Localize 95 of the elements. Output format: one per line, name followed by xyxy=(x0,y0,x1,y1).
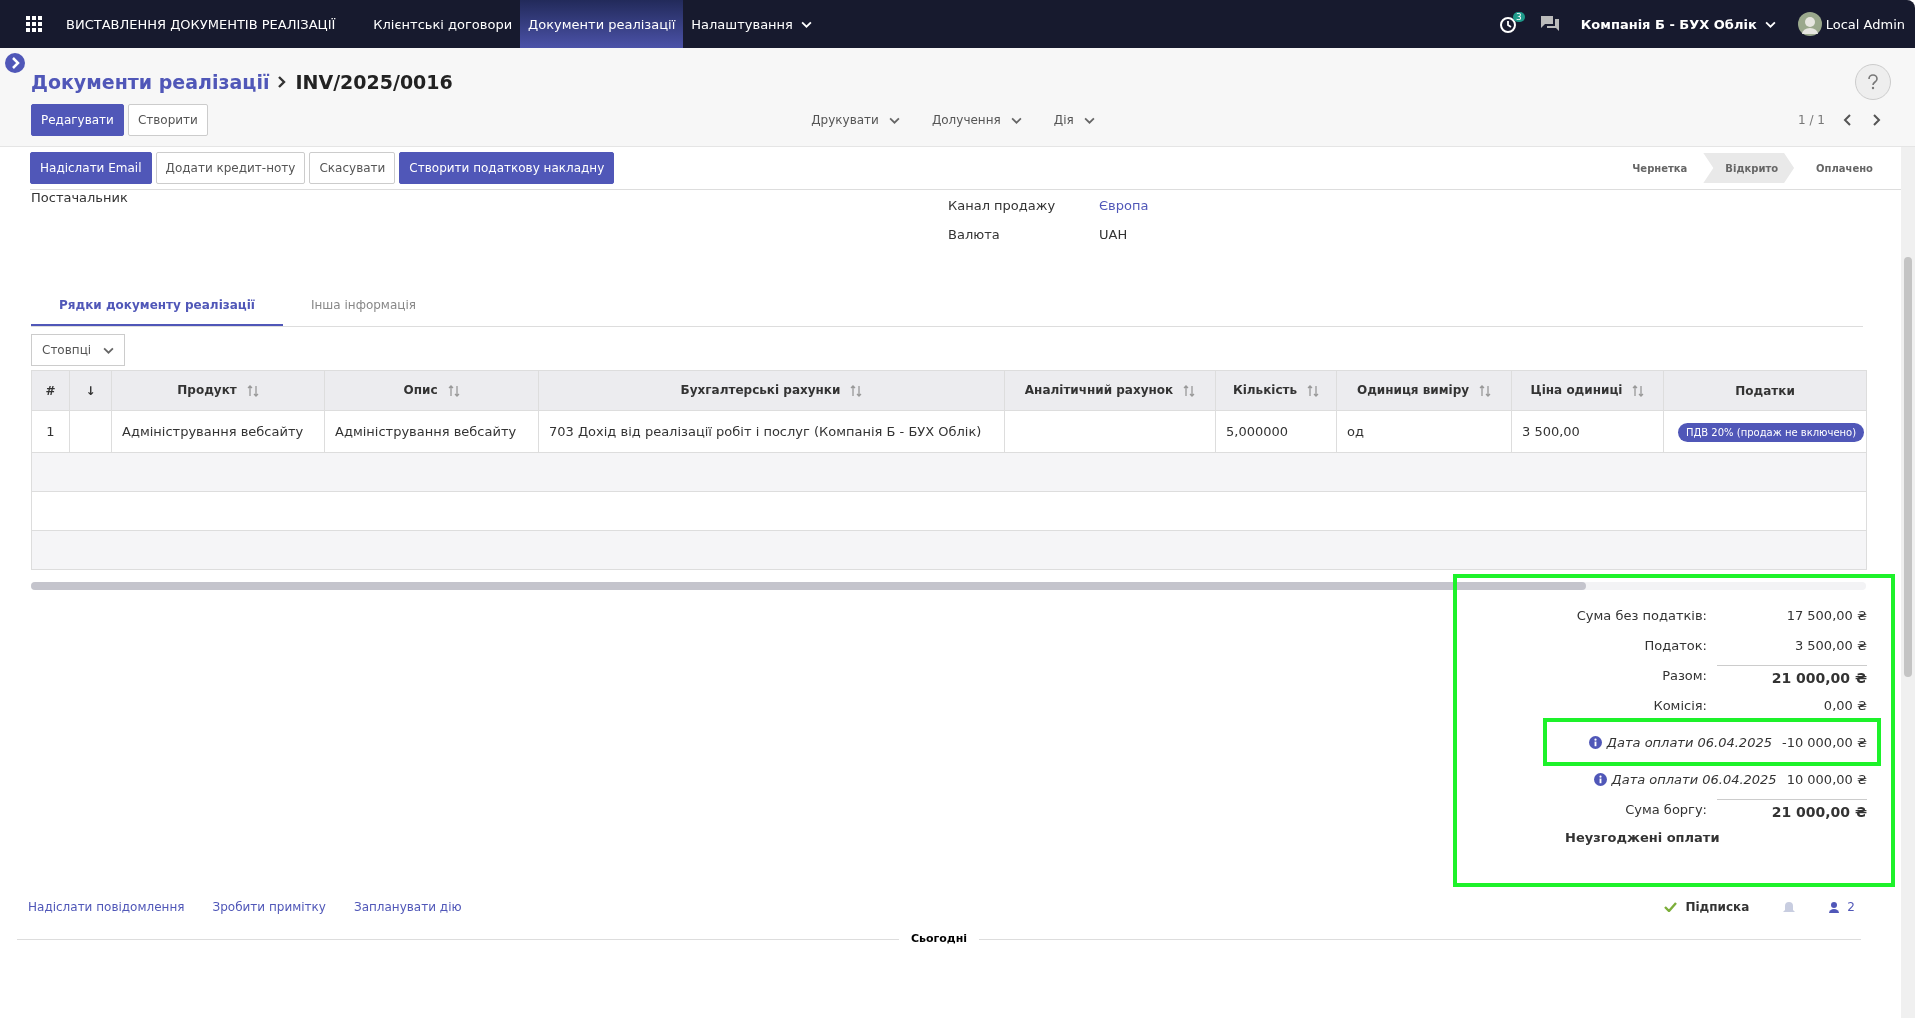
field-label: Постачальник xyxy=(31,190,129,207)
record-title: INV/2025/0016 xyxy=(295,71,453,93)
field-label: Канал продажу xyxy=(948,198,1057,213)
column-header[interactable]: Одиниця виміру xyxy=(1336,370,1512,411)
chatter-link[interactable]: Зробити примітку xyxy=(212,900,326,914)
avatar-icon[interactable] xyxy=(1797,12,1822,36)
info-icon[interactable] xyxy=(1593,772,1607,786)
activity-count-badge: 3 xyxy=(1513,12,1525,22)
field-label: Валюта xyxy=(948,227,1001,242)
follow-button[interactable]: Підписка xyxy=(1658,899,1756,915)
table-cell: од xyxy=(1336,410,1512,453)
table-cell: 3 500,00 xyxy=(1511,410,1664,453)
total-label: Податок: xyxy=(1644,637,1707,653)
vertical-scrollbar[interactable] xyxy=(1901,147,1915,1018)
total-value: 3 500,00 ₴ xyxy=(1793,637,1867,653)
payment-label: Дата оплати 06.04.2025 xyxy=(1611,771,1777,787)
column-header[interactable]: ↓ xyxy=(69,370,112,411)
chevron-right-icon xyxy=(277,75,288,89)
apps-grid-icon[interactable] xyxy=(26,16,42,32)
total-value: 0,00 ₴ xyxy=(1822,697,1867,713)
sort-arrows-icon xyxy=(1307,383,1320,398)
column-header[interactable]: Кількість xyxy=(1215,370,1337,411)
tax-tag: ПДВ 20% (продаж не включено) xyxy=(1678,423,1865,442)
total-value: 17 500,00 ₴ xyxy=(1785,607,1867,623)
total-label: Разом: xyxy=(1662,667,1707,683)
menu-item[interactable]: Клієнтські договори xyxy=(365,0,521,48)
menu-item[interactable]: Документи реалізації xyxy=(520,0,684,48)
total-value: 21 000,00 ₴ xyxy=(1717,664,1867,686)
menu-item[interactable]: Налаштування xyxy=(683,0,820,48)
action-button[interactable]: Надіслати Email xyxy=(30,152,152,184)
total-label: Сума без податків: xyxy=(1576,607,1707,623)
user-name[interactable]: Local Admin xyxy=(1825,16,1905,32)
column-header[interactable]: # xyxy=(31,370,70,411)
control-button[interactable]: Створити xyxy=(127,104,208,136)
dropdown-button[interactable]: Дія xyxy=(1047,112,1101,128)
total-label: Сума боргу: xyxy=(1625,801,1707,817)
followers-button[interactable]: 2 xyxy=(1823,899,1861,915)
total-value: 21 000,00 ₴ xyxy=(1717,798,1867,820)
table-cell: 703 Дохід від реалізації робіт і послуг (Компанія Б - БУХ Облік) xyxy=(538,410,1005,453)
activity-clock-icon[interactable] xyxy=(1499,14,1519,34)
tab[interactable]: Рядки документу реалізації xyxy=(31,286,283,326)
action-button[interactable]: Скасувати xyxy=(309,152,396,184)
column-header[interactable]: Продукт xyxy=(111,370,325,411)
column-header[interactable]: Ціна одиниці xyxy=(1511,370,1664,411)
table-cell: 5,000000 xyxy=(1215,410,1337,453)
field-value: UAH xyxy=(1099,227,1128,242)
table-cell: Адміністрування вебсайту xyxy=(324,410,539,453)
control-button[interactable]: Редагувати xyxy=(31,104,124,136)
info-icon[interactable] xyxy=(1588,735,1602,749)
breadcrumb-link[interactable]: Документи реалізації xyxy=(31,71,270,93)
dropdown-button[interactable]: Долучення xyxy=(925,112,1028,128)
dropdown-button[interactable]: Друкувати xyxy=(805,112,906,128)
table-cell: 1 xyxy=(31,410,70,453)
chevron-down-icon xyxy=(103,346,114,354)
column-header[interactable]: Аналітичний рахунок xyxy=(1004,370,1216,411)
pager-counter: 1 / 1 xyxy=(1798,113,1825,127)
column-header[interactable]: Опис xyxy=(324,370,539,411)
sort-arrows-icon xyxy=(1632,383,1645,398)
chatter-link[interactable]: Запланувати дію xyxy=(353,900,462,914)
field-link[interactable]: Європа xyxy=(1099,198,1149,213)
question-icon xyxy=(1867,74,1879,90)
tab[interactable]: Інша інформація xyxy=(282,286,444,326)
sort-arrows-icon xyxy=(447,383,460,398)
chevron-down-icon xyxy=(800,20,812,28)
section-title: Неузгоджені оплати xyxy=(1564,830,1721,845)
chevron-down-icon xyxy=(888,116,900,124)
sort-arrows-icon xyxy=(1183,383,1196,398)
total-value: -10 000,00 ₴ xyxy=(1781,734,1867,750)
chevron-down-icon xyxy=(1764,20,1776,28)
action-button[interactable]: Додати кредит-ноту xyxy=(155,152,306,184)
column-header[interactable]: Бухгалтерські рахунки xyxy=(538,370,1005,411)
payment-label: Дата оплати 06.04.2025 xyxy=(1606,734,1772,750)
horizontal-scrollbar[interactable] xyxy=(31,582,1866,590)
sort-arrows-icon xyxy=(850,383,863,398)
chevron-down-icon xyxy=(1010,116,1022,124)
next-icon[interactable] xyxy=(1871,114,1881,126)
help-button[interactable] xyxy=(1855,64,1891,100)
sort-arrows-icon xyxy=(246,383,259,398)
sort-arrows-icon xyxy=(1479,383,1492,398)
company-switcher[interactable]: Компанія Б - БУХ Облік xyxy=(1574,15,1782,33)
chevron-right-icon[interactable] xyxy=(5,53,25,73)
columns-dropdown[interactable]: Стовпці xyxy=(31,334,125,366)
table-cell: Адміністрування вебсайту xyxy=(111,410,325,453)
app-title: ВИСТАВЛЕННЯ ДОКУМЕНТІВ РЕАЛІЗАЦІЇ xyxy=(66,16,336,32)
total-value: 10 000,00 ₴ xyxy=(1786,771,1867,787)
check-icon xyxy=(1664,902,1678,912)
previous-icon[interactable] xyxy=(1843,114,1853,126)
person-icon xyxy=(1829,901,1840,913)
total-label: Комісія: xyxy=(1653,697,1707,713)
chatter-link[interactable]: Надіслати повідомлення xyxy=(28,900,185,914)
chat-icon[interactable] xyxy=(1540,16,1559,32)
chevron-down-icon xyxy=(1083,116,1095,124)
column-header[interactable]: Податки xyxy=(1663,370,1867,411)
action-button[interactable]: Створити податкову накладну xyxy=(399,152,615,184)
status-step[interactable]: Відкрито xyxy=(1703,153,1795,183)
